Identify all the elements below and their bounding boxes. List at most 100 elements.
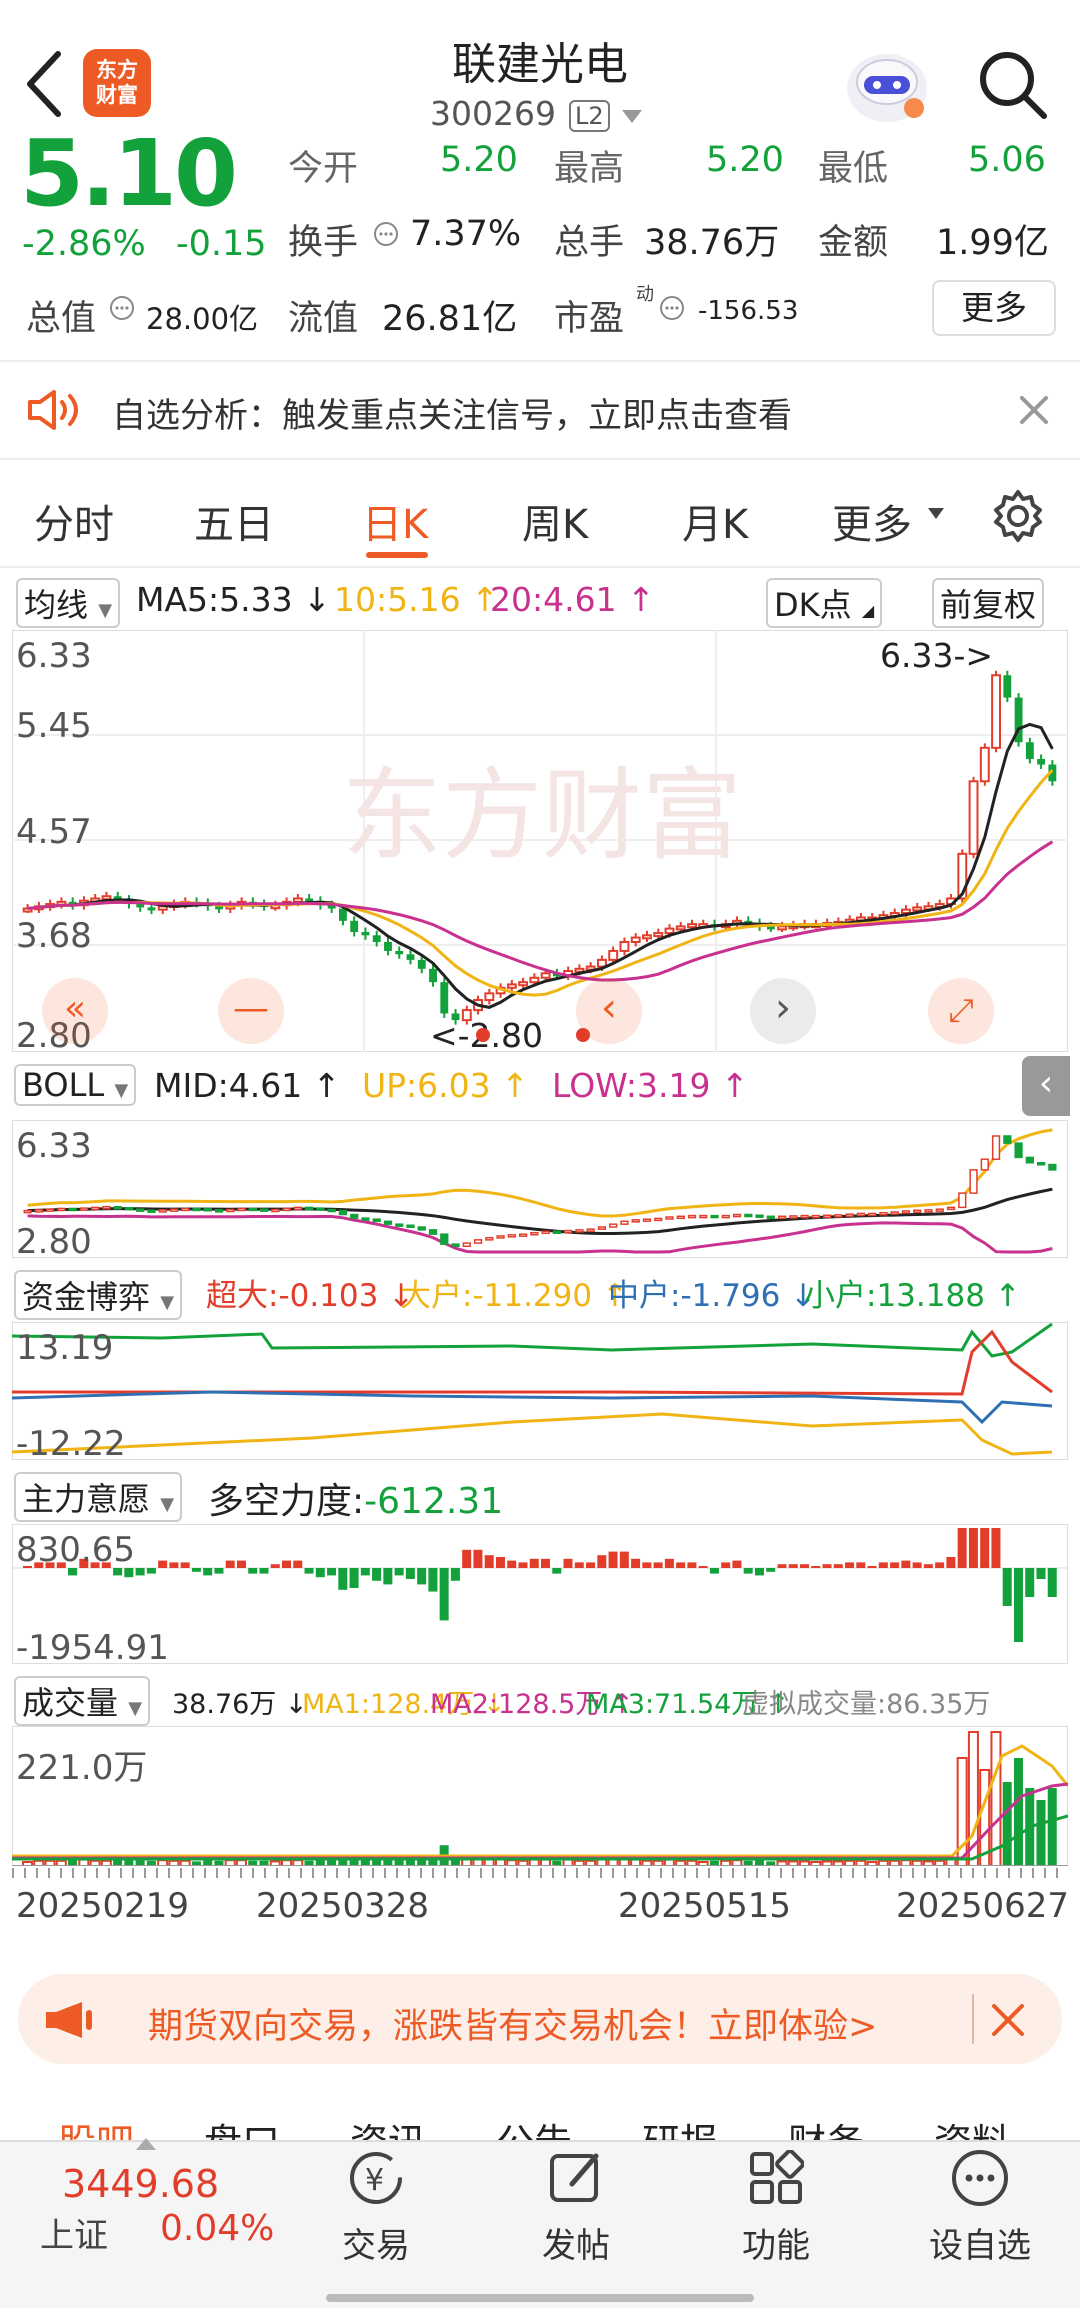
promo-text[interactable]: 期货双向交易，涨跌皆有交易机会！立即体验> — [148, 1998, 877, 2049]
tab-daily-k[interactable]: 日K — [362, 492, 428, 550]
boll-candle — [890, 1211, 899, 1215]
intent-bar — [439, 1568, 449, 1621]
tab-five-day[interactable]: 五日 — [194, 492, 274, 550]
boll-candle — [620, 1220, 629, 1225]
edit-icon — [550, 2153, 599, 2202]
volume-bar — [1036, 1800, 1046, 1866]
intent-bar — [664, 1558, 674, 1568]
kline-chart[interactable]: 东方财富 — [12, 630, 1068, 1052]
boll-candle — [46, 1208, 55, 1212]
boll-candle — [777, 1215, 787, 1220]
nav-features[interactable]: 功能 — [696, 2142, 856, 2282]
sub-tab-finance[interactable]: 财务 — [788, 2112, 864, 2142]
search-icon[interactable] — [974, 46, 1050, 122]
candle — [350, 920, 359, 932]
nav-post[interactable]: 发帖 — [496, 2142, 656, 2282]
medium-value: 中户:-1.796 ↓ — [608, 1278, 817, 1314]
date-label-4: 20250627 — [896, 1886, 1070, 1926]
tab-intraday[interactable]: 分时 — [34, 492, 114, 550]
boll-candle — [361, 1217, 370, 1221]
announcement-text[interactable]: 自选分析：触发重点关注信号，立即点击查看 — [112, 388, 792, 437]
stock-name[interactable]: 联建光电 — [300, 28, 780, 92]
close-icon[interactable] — [990, 2002, 1026, 2038]
intent-bar — [687, 1562, 697, 1568]
gear-icon[interactable] — [990, 488, 1046, 544]
boll-candle — [609, 1223, 618, 1228]
low-label: 最低 — [818, 149, 889, 189]
pe-dynamic-mark: 动 — [636, 284, 654, 305]
level2-badge[interactable]: L2 — [569, 100, 610, 132]
boll-candle — [406, 1224, 415, 1228]
medium-line — [12, 1390, 1053, 1425]
sub-tab-research[interactable]: 研报 — [642, 2112, 718, 2142]
info-icon[interactable] — [108, 294, 136, 322]
index-widget[interactable]: 3449.68 上证 0.04% — [0, 2138, 290, 2308]
intent-bar — [968, 1528, 978, 1568]
nav-features-label: 功能 — [742, 2226, 810, 2266]
boll-candle — [676, 1215, 685, 1220]
volume-label: 总手 — [554, 223, 625, 263]
boll-candle — [169, 1208, 179, 1212]
fullscreen-icon[interactable]: ⤢ — [928, 978, 994, 1044]
intent-bar — [619, 1551, 629, 1568]
info-icon[interactable] — [658, 294, 686, 322]
boll-candle — [789, 1215, 798, 1219]
sub-tab-notice[interactable]: 公告 — [496, 2112, 572, 2142]
boll-candle — [856, 1212, 866, 1217]
candle — [147, 907, 156, 911]
candle — [687, 923, 697, 929]
float-label: 流值 — [288, 299, 359, 339]
more-button[interactable]: 更多 — [932, 280, 1056, 336]
candle — [1025, 742, 1034, 759]
sub-tab-guba[interactable]: 股吧 — [58, 2112, 134, 2142]
tab-more[interactable]: 更多 — [832, 492, 912, 550]
tab-weekly-k[interactable]: 周K — [522, 492, 588, 550]
intent-bar — [541, 1558, 551, 1568]
intent-bar — [135, 1568, 145, 1576]
next-icon[interactable]: › — [750, 978, 816, 1044]
chevron-down-icon[interactable] — [928, 508, 944, 519]
sub-tab-pankou[interactable]: 盘口 — [204, 2112, 280, 2142]
intent-selector[interactable]: 主力意愿 ▼ — [14, 1472, 183, 1522]
nav-watchlist[interactable]: 设自选 — [900, 2142, 1060, 2282]
fund-flow-selector[interactable]: 资金博弈 ▼ — [14, 1270, 183, 1320]
chevron-down-icon[interactable] — [622, 110, 642, 123]
boll-candle — [1014, 1142, 1023, 1159]
robot-assistant-icon[interactable] — [844, 44, 930, 128]
sub-tab-news[interactable]: 资讯 — [350, 2112, 426, 2142]
boll-selector[interactable]: BOLL ▼ — [14, 1064, 137, 1106]
amount-label: 金额 — [818, 223, 889, 263]
intent-bar — [822, 1564, 832, 1568]
current-price: 5.10 — [20, 120, 238, 227]
zoom-out-icon[interactable]: — — [218, 978, 284, 1044]
sub-tab-profile[interactable]: 资料 — [934, 2112, 1010, 2142]
banner-divider — [972, 1994, 974, 2044]
info-icon[interactable] — [372, 220, 400, 248]
back-arrow-icon[interactable] — [22, 46, 68, 122]
prev-icon[interactable]: ‹ — [576, 978, 642, 1044]
date-label-1: 20250219 — [16, 1886, 190, 1926]
close-icon[interactable] — [1018, 394, 1050, 426]
boll-candle — [980, 1158, 989, 1171]
dk-point-button[interactable]: DK点 ◢ — [766, 578, 883, 628]
side-panel-toggle-icon[interactable]: ‹ — [1022, 1056, 1070, 1116]
boll-candle — [575, 1229, 584, 1233]
nav-post-label: 发帖 — [542, 2226, 610, 2266]
intent-bar — [912, 1562, 922, 1568]
boll-candle — [428, 1229, 438, 1235]
volume-selector[interactable]: 成交量 ▼ — [14, 1676, 151, 1726]
intent-bar — [1013, 1568, 1023, 1642]
boll-candle — [23, 1209, 32, 1214]
candle — [912, 906, 923, 912]
indicator-selector[interactable]: 均线 ▼ — [16, 578, 121, 628]
boll-candle — [913, 1209, 922, 1213]
fund-flow-label: 资金博弈 — [22, 1278, 151, 1316]
candle — [518, 981, 529, 987]
boll-candle — [721, 1214, 730, 1219]
nav-trade[interactable]: ¥ 交易 — [296, 2142, 456, 2282]
dk-label: DK点 — [774, 586, 852, 624]
rewind-icon[interactable]: « — [42, 978, 108, 1044]
tab-monthly-k[interactable]: 月K — [682, 492, 748, 550]
intent-bar — [1036, 1568, 1046, 1579]
adjust-button[interactable]: 前复权 — [932, 578, 1045, 628]
